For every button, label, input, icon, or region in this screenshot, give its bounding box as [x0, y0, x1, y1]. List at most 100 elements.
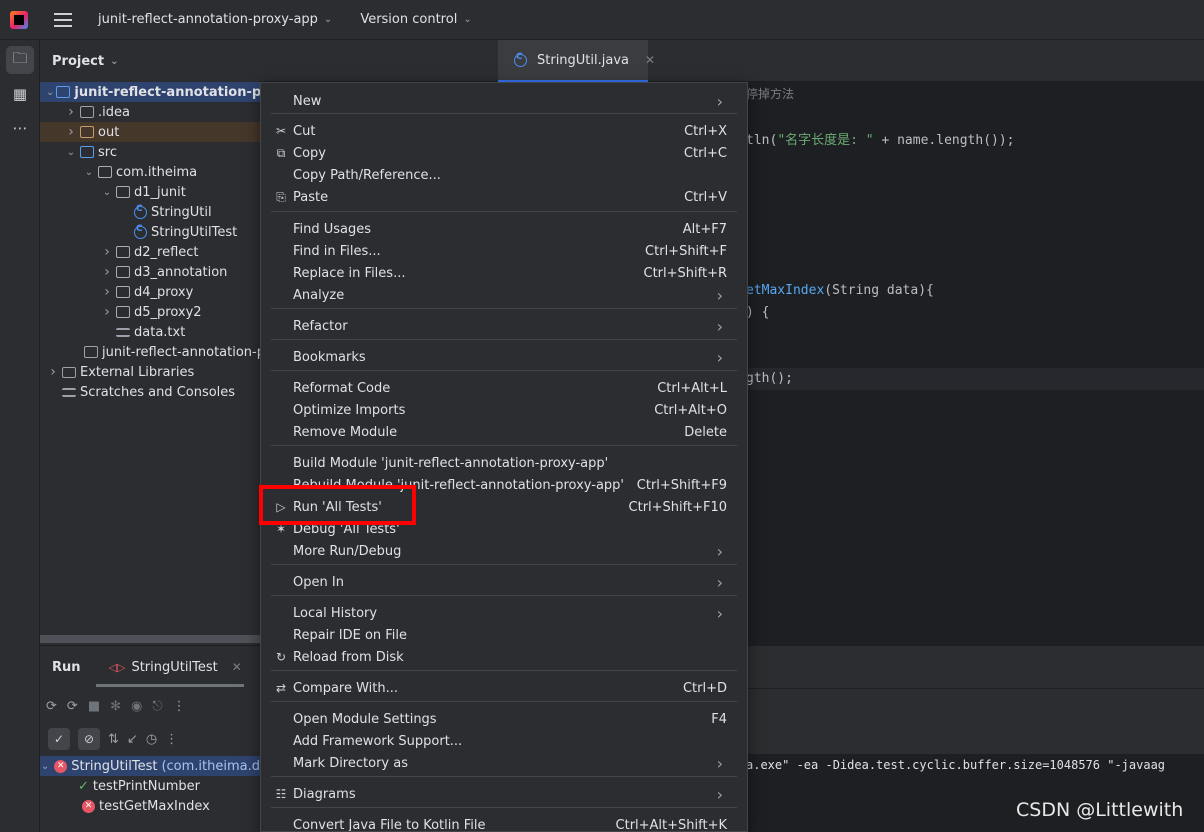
menu-item-more-run-debug[interactable]: More Run/Debug › [271, 540, 737, 562]
chevron-right-icon[interactable]: › [100, 244, 114, 260]
tree-item[interactable]: data.txt [40, 322, 260, 342]
test-row[interactable]: ✓ testPrintNumber [40, 776, 260, 796]
chevron-right-icon[interactable]: › [100, 304, 114, 320]
menu-item-mark-directory-as[interactable]: Mark Directory as › [271, 752, 737, 774]
structure-tool-icon[interactable]: ▦ [6, 80, 34, 108]
tree-item[interactable]: ⌄ com.itheima [40, 162, 260, 182]
menu-item-analyze[interactable]: Analyze › [271, 284, 737, 306]
menu-separator [271, 445, 737, 446]
menu-item-paste[interactable]: ⎘ Paste Ctrl+V [271, 186, 737, 208]
test-results-tree: ⌄ ✕ StringUtilTest (com.itheima.d ✓ test… [40, 756, 260, 816]
project-switcher[interactable]: junit-reflect-annotation-proxy-app ⌄ [98, 12, 332, 27]
more-tools-icon[interactable]: ⋯ [6, 114, 34, 142]
chevron-down-icon[interactable]: ⌄ [64, 147, 78, 158]
menu-item-bookmarks[interactable]: Bookmarks › [271, 346, 737, 368]
collapse-icon[interactable]: ↙ [127, 732, 138, 747]
menu-item-repair-ide-on-file[interactable]: Repair IDE on File [271, 624, 737, 646]
menu-item-refactor[interactable]: Refactor › [271, 315, 737, 337]
tree-item[interactable]: › d5_proxy2 [40, 302, 260, 322]
menu-item-find-in-files[interactable]: Find in Files... Ctrl+Shift+F [271, 240, 737, 262]
chevron-down-icon[interactable]: ⌄ [46, 87, 54, 98]
menu-item-label: Compare With... [293, 680, 399, 696]
menu-separator [271, 564, 737, 565]
close-icon[interactable]: ✕ [645, 53, 655, 67]
tree-item[interactable]: StringUtilTest [40, 222, 260, 242]
chevron-down-icon[interactable]: ⌄ [40, 761, 50, 772]
menu-item-copy[interactable]: ⧉ Copy Ctrl+C [271, 142, 737, 164]
chevron-right-icon[interactable]: › [64, 104, 78, 120]
tree-item[interactable]: ⌄ junit-reflect-annotation-p [40, 82, 260, 102]
tree-item-label: junit-reflect-annotation-p [102, 344, 260, 360]
tree-item[interactable]: StringUtil [40, 202, 260, 222]
menu-item-shortcut: Ctrl+Shift+F9 [636, 477, 727, 493]
chevron-right-icon[interactable]: › [100, 264, 114, 280]
tree-item[interactable]: junit-reflect-annotation-p [40, 342, 260, 362]
close-icon[interactable]: ✕ [232, 660, 242, 674]
menu-item-label: Reformat Code [293, 380, 391, 396]
test-filter-toolbar: ✓ ⊘ ⇅ ↙ ◷ ⋮ [48, 726, 178, 752]
menu-item-add-framework-support[interactable]: Add Framework Support... [271, 730, 737, 752]
menu-item-diagrams[interactable]: ☷ Diagrams › [271, 783, 737, 805]
menu-item-open-in[interactable]: Open In › [271, 571, 737, 593]
version-control-menu[interactable]: Version control ⌄ [360, 12, 471, 27]
project-scrollbar[interactable] [40, 635, 260, 643]
tree-item[interactable]: › d2_reflect [40, 242, 260, 262]
package-icon [116, 306, 130, 318]
tree-item[interactable]: › External Libraries [40, 362, 260, 382]
menu-item-copy-path-reference[interactable]: Copy Path/Reference... [271, 164, 737, 186]
chevron-right-icon[interactable]: › [64, 124, 78, 140]
menu-item-remove-module[interactable]: Remove Module Delete [271, 421, 737, 443]
menu-item-optimize-imports[interactable]: Optimize Imports Ctrl+Alt+O [271, 399, 737, 421]
exit-icon[interactable]: ⎋ [152, 699, 162, 714]
tree-item[interactable]: Scratches and Consoles [40, 382, 260, 402]
tree-item[interactable]: › .idea [40, 102, 260, 122]
run-tab-label: StringUtilTest [131, 659, 218, 675]
menu-item-compare-with[interactable]: ⇄ Compare With... Ctrl+D [271, 677, 737, 699]
tree-item-label: junit-reflect-annotation-p [74, 84, 260, 100]
menu-item-label: Cut [293, 123, 316, 139]
rerun-failed-icon[interactable]: ⟳ [67, 699, 78, 714]
tree-item[interactable]: › out [40, 122, 260, 142]
menu-item-convert-java-file-to-kotlin-file[interactable]: Convert Java File to Kotlin File Ctrl+Alt… [271, 814, 737, 832]
menu-item-replace-in-files[interactable]: Replace in Files... Ctrl+Shift+R [271, 262, 737, 284]
show-ignored-icon[interactable]: ⊘ [78, 728, 100, 750]
run-tab-stringutiltest[interactable]: ◁▷ StringUtilTest ✕ [109, 660, 242, 675]
sort-icon[interactable]: ⇅ [108, 732, 119, 747]
test-row[interactable]: ✕ testGetMaxIndex [40, 796, 260, 816]
chevron-right-icon: › [716, 285, 723, 305]
project-panel-header[interactable]: Project ⌄ [40, 40, 260, 82]
show-passed-check-icon[interactable]: ✓ [48, 728, 70, 750]
test-row[interactable]: ⌄ ✕ StringUtilTest (com.itheima.d [40, 756, 260, 776]
project-tool-folder-icon[interactable]: 🗀 [6, 46, 34, 74]
chevron-right-icon[interactable]: › [100, 284, 114, 300]
tree-item[interactable]: ⌄ src [40, 142, 260, 162]
menu-item-open-module-settings[interactable]: Open Module Settings F4 [271, 708, 737, 730]
chevron-right-icon[interactable]: › [46, 364, 60, 380]
menu-item-find-usages[interactable]: Find Usages Alt+F7 [271, 218, 737, 240]
menu-item-reformat-code[interactable]: Reformat Code Ctrl+Alt+L [271, 377, 737, 399]
history-clock-icon[interactable]: ◷ [146, 732, 157, 747]
menu-item-cut[interactable]: ✂ Cut Ctrl+X [271, 120, 737, 142]
menu-item-local-history[interactable]: Local History › [271, 602, 737, 624]
reload-icon: ↻ [275, 650, 287, 664]
intellij-logo-icon[interactable] [10, 10, 28, 29]
menu-item-shortcut: Ctrl+Alt+O [654, 402, 727, 418]
tree-item[interactable]: ⌄ d1_junit [40, 182, 260, 202]
menu-item-reload-from-disk[interactable]: ↻ Reload from Disk [271, 646, 737, 668]
camera-icon[interactable]: ◉ [131, 699, 142, 714]
main-menu-icon[interactable] [54, 12, 72, 27]
tree-item[interactable]: › d3_annotation [40, 262, 260, 282]
more-icon[interactable]: ⋮ [173, 699, 186, 714]
tab-stringutil-java[interactable]: StringUtil.java ✕ [498, 40, 655, 82]
more-icon[interactable]: ⋮ [165, 732, 178, 747]
menu-item-new[interactable]: New › [271, 90, 737, 112]
stop-icon[interactable]: ■ [88, 699, 100, 714]
menu-item-shortcut: Delete [684, 424, 727, 440]
tree-item[interactable]: › d4_proxy [40, 282, 260, 302]
menu-item-build-module-junit-reflect-annotation-proxy-app[interactable]: Build Module 'junit-reflect-annotation-p… [271, 452, 737, 474]
debug-bug-icon[interactable]: ✻ [110, 699, 121, 714]
chevron-down-icon[interactable]: ⌄ [100, 187, 114, 198]
rerun-icon[interactable]: ⟳ [46, 699, 57, 714]
chevron-right-icon: › [716, 572, 723, 592]
chevron-down-icon[interactable]: ⌄ [82, 167, 96, 178]
